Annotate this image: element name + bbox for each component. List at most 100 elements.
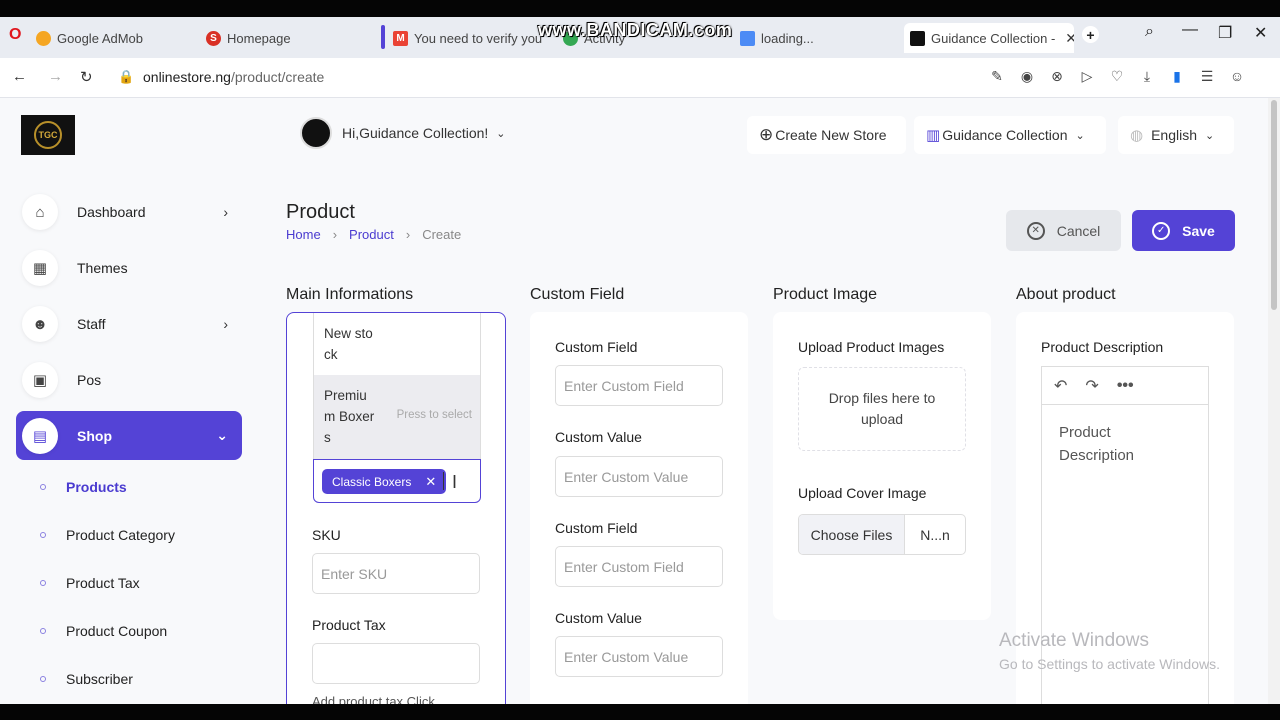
toggle-icon[interactable]: ▮ (1168, 68, 1186, 85)
editor-toolbar: ↶ ↷ ••• (1042, 367, 1208, 405)
scrollbar-thumb[interactable] (1271, 100, 1277, 310)
chevron-right-icon: › (332, 227, 338, 242)
create-store-button[interactable]: ⊕ Create New Store (747, 116, 906, 154)
back-icon[interactable]: ← (12, 68, 27, 85)
custom-field-input-2[interactable]: Enter Custom Field (555, 546, 723, 587)
settings-sliders-icon[interactable]: ☰ (1198, 68, 1216, 85)
product-tax-help[interactable]: Add product tax Click (312, 694, 435, 704)
shield-icon[interactable]: ⊗ (1048, 68, 1066, 85)
url-field[interactable]: onlinestore.ng/product/create (143, 69, 324, 85)
cancel-button[interactable]: ✕ Cancel (1006, 210, 1121, 251)
chevron-down-icon: ⌄ (1075, 129, 1085, 142)
dropdown-option-new-stock[interactable]: New sto ck (314, 323, 480, 365)
window-close-icon[interactable]: ✕ (1254, 23, 1267, 43)
custom-value-input-1[interactable]: Enter Custom Value (555, 456, 723, 497)
tab-guidance-collection[interactable]: Guidance Collection - ✕ (904, 23, 1074, 53)
description-label: Product Description (1041, 339, 1164, 355)
sidebar-subitem-subscriber[interactable]: Subscriber (40, 671, 133, 687)
heart-icon[interactable]: ♡ (1108, 68, 1126, 85)
sidebar-subitem-product-coupon[interactable]: Product Coupon (40, 623, 167, 639)
sidebar-subitem-product-tax[interactable]: Product Tax (40, 575, 140, 591)
bullet-icon (40, 484, 46, 490)
section-title-main: Main Informations (286, 286, 414, 303)
storefront-icon: ▥ (926, 127, 941, 144)
image-dropzone[interactable]: Drop files here to upload (798, 367, 966, 451)
section-title-image: Product Image (773, 286, 878, 303)
dropdown-hint: Press to select (396, 409, 472, 421)
activate-windows-title: Activate Windows (999, 630, 1149, 651)
choose-files-button[interactable]: Choose Files (799, 515, 905, 554)
sidebar-item-staff[interactable]: ☻ Staff › (22, 304, 242, 344)
custom-field-input-1[interactable]: Enter Custom Field (555, 365, 723, 406)
product-tax-label: Product Tax (312, 617, 386, 633)
close-tab-icon[interactable]: ✕ (1065, 30, 1074, 47)
check-circle-icon: ✓ (1152, 221, 1171, 240)
search-tabs-icon[interactable]: ⌕ (1145, 23, 1154, 41)
sidebar-item-shop[interactable]: ▤ Shop ⌄ (16, 411, 242, 460)
description-textarea[interactable]: Product Description (1042, 405, 1162, 467)
reload-icon[interactable]: ↻ (80, 68, 93, 86)
store-logo[interactable]: TGC (21, 115, 75, 155)
breadcrumb-product[interactable]: Product (349, 227, 394, 242)
more-icon[interactable]: ••• (1117, 377, 1134, 395)
bullet-icon (40, 676, 46, 682)
variant-tag-input[interactable]: Classic Boxers ✕ I (313, 459, 481, 503)
product-tax-select[interactable] (312, 643, 480, 684)
user-menu[interactable]: Hi,Guidance Collection! ⌄ (300, 117, 506, 149)
custom-field-card: Custom Field Enter Custom Field Custom V… (530, 312, 748, 704)
dropdown-option-premium-boxers[interactable]: Premiu m Boxer s Press to select (314, 375, 480, 459)
receipt-icon: ▤ (22, 417, 58, 454)
bullet-icon (40, 580, 46, 586)
upload-images-label: Upload Product Images (798, 339, 945, 355)
play-icon[interactable]: ▷ (1078, 68, 1096, 85)
sidebar-subitem-products[interactable]: Products (40, 479, 127, 495)
bullet-icon (40, 628, 46, 634)
remove-tag-icon[interactable]: ✕ (425, 474, 436, 490)
sidebar-item-pos[interactable]: ▣ Pos (22, 360, 242, 400)
new-tab-icon[interactable]: + (1082, 26, 1099, 43)
upload-cover-label: Upload Cover Image (798, 485, 927, 501)
save-button[interactable]: ✓ Save (1132, 210, 1235, 251)
chevron-down-icon: ⌄ (496, 127, 506, 140)
custom-value-input-2[interactable]: Enter Custom Value (555, 636, 723, 677)
tab-homepage[interactable]: S Homepage (206, 23, 366, 53)
close-circle-icon: ✕ (1026, 221, 1045, 240)
opera-logo-icon[interactable]: O (9, 26, 21, 44)
cover-file-input[interactable]: Choose Files N...n (798, 514, 966, 555)
forward-icon[interactable]: → (48, 68, 63, 85)
tab-gmail[interactable]: M You need to verify your (393, 23, 543, 53)
tab-admob[interactable]: Google AdMob (36, 23, 196, 53)
sidebar-item-themes[interactable]: ▦ Themes (22, 248, 242, 288)
camera-icon[interactable]: ◉ (1018, 68, 1036, 85)
page-scrollbar[interactable] (1268, 98, 1280, 704)
address-bar: ← → ↻ 🔒 onlinestore.ng/product/create ✎ … (0, 58, 1280, 98)
restore-icon[interactable]: ❐ (1218, 23, 1232, 43)
minimize-icon[interactable]: — (1182, 21, 1198, 39)
breadcrumb-home[interactable]: Home (286, 227, 321, 242)
language-selector[interactable]: ◍ English ⌄ (1118, 116, 1234, 154)
ibeam-cursor-icon: I (452, 472, 458, 492)
section-title-custom: Custom Field (530, 286, 625, 303)
main-information-card: New sto ck Premiu m Boxer s Press to sel… (286, 312, 506, 704)
plus-circle-icon: ⊕ (759, 125, 774, 144)
chevron-right-icon: › (405, 227, 411, 242)
selected-tag: Classic Boxers ✕ (322, 469, 447, 494)
sidebar-subitem-product-category[interactable]: Product Category (40, 527, 175, 543)
s-icon: S (206, 30, 221, 46)
redo-icon[interactable]: ↷ (1085, 376, 1098, 396)
avatar (300, 117, 332, 149)
product-image-card: Upload Product Images Drop files here to… (773, 312, 991, 620)
store-switcher[interactable]: ▥ Guidance Collection ⌄ (914, 116, 1106, 154)
screen-bottom-border (0, 704, 1280, 720)
tab-loading[interactable]: loading... (740, 23, 870, 53)
sidebar-item-dashboard[interactable]: ⌂ Dashboard › (22, 192, 242, 232)
custom-value-label-2: Custom Value (555, 610, 642, 626)
undo-icon[interactable]: ↶ (1054, 376, 1067, 396)
download-icon[interactable]: ⤓ (1138, 68, 1156, 85)
pos-icon: ▣ (22, 362, 58, 398)
loading-icon (740, 30, 755, 46)
store-icon (910, 30, 925, 46)
edit-icon[interactable]: ✎ (988, 68, 1006, 85)
sku-input[interactable]: Enter SKU (312, 553, 480, 594)
profile-icon[interactable]: ☺ (1228, 68, 1246, 84)
